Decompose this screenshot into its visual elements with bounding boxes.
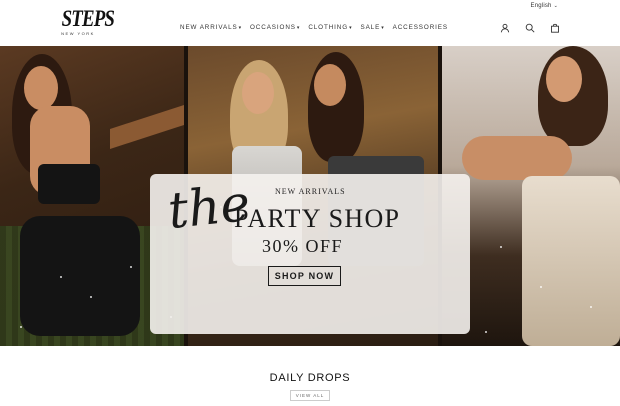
nav-item-occasions[interactable]: OCCASIONS▾ xyxy=(250,24,300,31)
nav-label: SALE xyxy=(360,24,381,31)
promo-discount: 30% OFF xyxy=(262,236,344,256)
caret-down-icon: ▾ xyxy=(381,25,385,31)
sparkle xyxy=(90,296,92,298)
caret-down-icon: ▾ xyxy=(296,25,301,31)
promo-eyebrow: NEW ARRIVALS xyxy=(275,187,346,196)
search-icon[interactable] xyxy=(525,23,535,33)
sparkle xyxy=(20,326,22,328)
caret-down-icon: ▾ xyxy=(238,25,242,31)
cart-icon[interactable] xyxy=(550,23,560,33)
nav-item-new-arrivals[interactable]: NEW ARRIVALS▾ xyxy=(180,24,242,31)
sparkle xyxy=(485,331,487,333)
model-face xyxy=(314,64,346,106)
header-icons xyxy=(500,23,560,33)
language-label: English xyxy=(530,3,552,9)
nav-label: ACCESSORIES xyxy=(392,24,448,31)
nav-item-clothing[interactable]: CLOTHING▾ xyxy=(308,24,352,31)
site-header: English ⌄ STEPS NEW YORK NEW ARRIVALS▾ OC… xyxy=(0,0,620,46)
sparkle xyxy=(500,246,502,248)
model-top xyxy=(38,164,100,204)
nav-label: OCCASIONS xyxy=(250,24,296,31)
nav-label: CLOTHING xyxy=(308,24,349,31)
model-skirt xyxy=(20,216,140,336)
sparkle xyxy=(590,306,592,308)
model-dress xyxy=(522,176,620,346)
model-face xyxy=(24,66,58,110)
language-selector[interactable]: English ⌄ xyxy=(531,3,558,9)
bar-counter xyxy=(110,103,184,149)
brand-subtitle: NEW YORK xyxy=(61,31,95,36)
chevron-down-icon: ⌄ xyxy=(553,3,558,9)
view-all-button[interactable]: VIEW ALL xyxy=(290,390,330,401)
model-face xyxy=(242,72,274,114)
caret-down-icon: ▾ xyxy=(349,25,353,31)
nav-item-sale[interactable]: SALE▾ xyxy=(360,24,384,31)
brand-name: STEPS xyxy=(61,6,115,31)
sparkle xyxy=(60,276,62,278)
section-title: DAILY DROPS xyxy=(269,372,351,384)
model-arm xyxy=(462,136,572,180)
nav-item-accessories[interactable]: ACCESSORIES xyxy=(393,24,448,31)
model-face xyxy=(546,56,582,102)
promo-title: PARTY SHOP xyxy=(234,204,401,233)
brand-logo[interactable]: STEPS NEW YORK xyxy=(58,6,115,36)
promo-card: the NEW ARRIVALS PARTY SHOP 30% OFF SHOP… xyxy=(150,174,470,334)
account-icon[interactable] xyxy=(500,23,510,33)
nav-label: NEW ARRIVALS xyxy=(180,24,238,31)
main-nav: NEW ARRIVALS▾ OCCASIONS▾ CLOTHING▾ SALE▾… xyxy=(180,24,456,31)
sparkle xyxy=(130,266,132,268)
shop-now-button[interactable]: SHOP NOW xyxy=(268,266,341,286)
sparkle xyxy=(540,286,542,288)
